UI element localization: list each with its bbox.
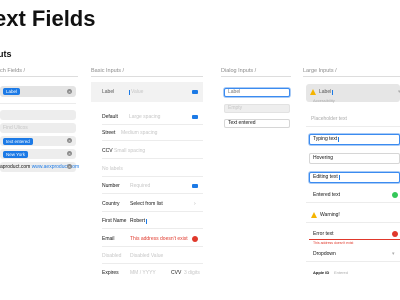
label-row-field[interactable]: Label Value <box>91 82 203 102</box>
placeholder-input[interactable]: Placeholder text <box>311 117 347 122</box>
divider <box>102 228 203 229</box>
apple-id-input[interactable]: Entered <box>334 271 348 275</box>
dialog-input-focused[interactable]: Label <box>224 88 290 97</box>
divider <box>102 176 203 177</box>
expires-label: Expires <box>102 270 119 276</box>
divider <box>102 211 203 212</box>
dialog-placeholder: Empty <box>228 105 243 111</box>
divider <box>306 222 400 223</box>
hovering-input[interactable]: Hovering <box>309 153 400 164</box>
cvv-input[interactable]: 3 digits <box>184 271 200 276</box>
search-field-token[interactable]: Label × <box>0 86 76 97</box>
typing-text: Typing text <box>313 136 340 142</box>
row-value: Value <box>129 89 144 95</box>
divider <box>102 124 203 125</box>
hovering-text: Hovering <box>313 155 334 161</box>
camera-icon[interactable] <box>192 184 198 188</box>
chevron-down-icon: ▾ <box>392 251 395 257</box>
default-input[interactable]: Large spacing <box>129 115 160 120</box>
token-chip[interactable]: New York <box>3 151 29 159</box>
page-title: ext Fields <box>0 6 96 31</box>
search-input[interactable]: Find Ulicos <box>0 123 76 133</box>
camera-icon[interactable] <box>192 90 198 94</box>
error-input[interactable]: Error text <box>313 232 334 237</box>
column-header-search: ch Fields / <box>0 68 26 74</box>
dialog-value: Label <box>228 89 241 95</box>
street-input[interactable]: Medium spacing <box>121 131 157 136</box>
column-divider <box>0 76 78 77</box>
ccv-label: CCV <box>102 148 113 154</box>
column-divider <box>303 76 400 77</box>
section-title: uts <box>0 49 12 59</box>
large-caption: Accessibility <box>313 98 335 103</box>
token-label: text entered <box>6 139 30 144</box>
large-label: Label <box>319 89 334 95</box>
token-label: Label <box>6 89 18 94</box>
number-input[interactable]: Required <box>130 184 150 189</box>
column-header-large: Large Inputs / <box>303 68 337 74</box>
divider <box>102 158 203 159</box>
dropdown-select[interactable]: Dropdown <box>313 252 336 257</box>
divider <box>306 202 400 203</box>
editing-input[interactable]: Editing text <box>309 172 400 183</box>
column-header-basic: Basic Inputs / <box>91 68 125 74</box>
column-divider <box>221 76 291 77</box>
editing-text: Editing text <box>313 174 340 180</box>
default-label: Default <box>102 114 118 120</box>
search-field-token[interactable]: New York × <box>0 149 76 159</box>
divider <box>102 193 203 194</box>
dialog-entered: Text entered <box>228 120 256 126</box>
divider <box>306 126 400 127</box>
nolabel-input[interactable]: No labels <box>102 167 123 172</box>
divider <box>102 246 203 247</box>
warning-input[interactable]: Warning! <box>320 213 340 218</box>
search-field-empty[interactable] <box>0 110 76 120</box>
search-field-entered[interactable]: text entered × <box>0 136 76 146</box>
clear-icon[interactable]: × <box>67 138 72 143</box>
camera-icon[interactable] <box>192 115 198 119</box>
divider <box>102 263 203 264</box>
disabled-label: Disabled <box>102 253 122 259</box>
dialog-input-empty[interactable]: Empty <box>224 104 290 113</box>
entered-input[interactable]: Entered text <box>313 193 340 198</box>
disabled-input: Disabled Value <box>130 253 164 259</box>
error-icon <box>192 236 198 242</box>
divider <box>306 261 400 262</box>
street-label: Street <box>102 130 116 136</box>
error-hint: This address doesn't exist <box>313 241 354 245</box>
column-divider <box>91 76 203 77</box>
url-field[interactable]: aproduct.com www.aexproduct.com × <box>0 162 79 172</box>
search-placeholder: Find Ulicos <box>3 125 28 131</box>
firstname-input[interactable]: Robert <box>130 219 148 224</box>
expires-input[interactable]: MM / YYYY <box>130 271 156 276</box>
ccv-input[interactable]: Small spacing <box>114 149 145 154</box>
chevron-right-icon: › <box>194 201 196 207</box>
success-icon <box>392 192 398 198</box>
error-icon <box>392 231 398 237</box>
row-label: Label <box>102 89 115 95</box>
apple-id-label: Apple ID <box>313 270 330 275</box>
token-chip[interactable]: text entered <box>3 138 33 146</box>
clear-icon[interactable]: × <box>67 151 72 156</box>
country-label: Country <box>102 201 120 207</box>
column-header-dialog: Dialog Inputs / <box>221 68 257 74</box>
cvv-label: CVV <box>171 270 182 276</box>
typing-input[interactable]: Typing text <box>309 134 400 145</box>
number-label: Number <box>102 183 120 189</box>
clear-icon[interactable]: × <box>67 164 72 169</box>
warning-icon <box>311 212 317 218</box>
token-chip[interactable]: Label <box>3 88 21 96</box>
email-error[interactable]: This address doesn't exist <box>130 237 188 242</box>
divider <box>102 140 203 141</box>
dialog-input-entered[interactable]: Text entered <box>224 119 290 128</box>
email-label: Email <box>102 236 115 242</box>
token-label: New York <box>6 152 26 157</box>
country-select[interactable]: Select from list <box>130 202 163 207</box>
divider <box>0 103 76 104</box>
firstname-label: First Name <box>102 218 127 224</box>
error-underline <box>309 239 400 240</box>
warning-icon <box>310 89 316 95</box>
clear-icon[interactable]: × <box>67 89 72 94</box>
